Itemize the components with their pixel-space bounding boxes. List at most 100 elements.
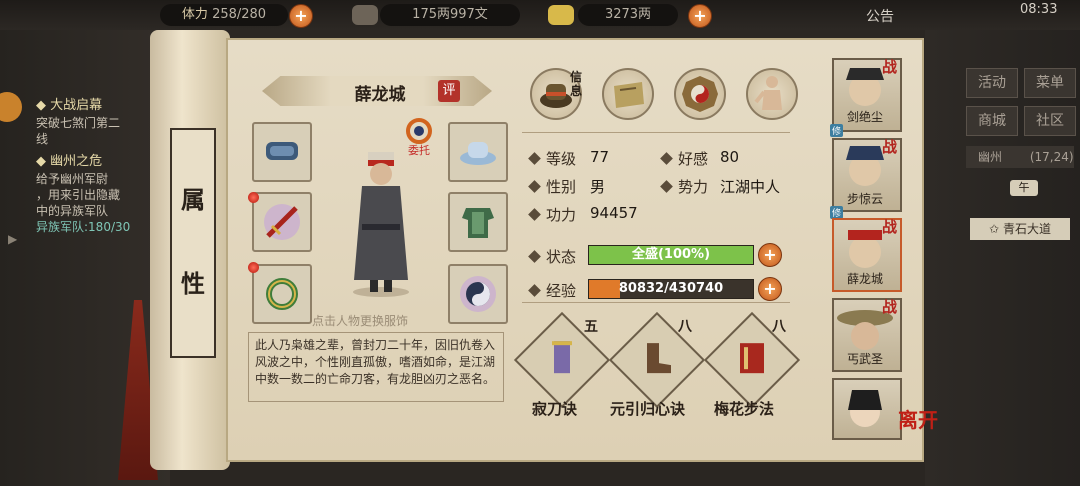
meridian-body-icon [754, 76, 782, 110]
status-bar: 全盛(100%) [588, 245, 754, 265]
add-silver-button[interactable]: + [688, 4, 712, 28]
location-bar: 幽州 (17,24) [966, 146, 1074, 168]
menu-button[interactable]: 菜单 [1024, 68, 1076, 98]
quest-progress: 异族军队:180/30 [36, 220, 131, 234]
party-member-5[interactable] [832, 378, 902, 440]
star-icon: ✩ [989, 222, 1000, 236]
stamina-display: 体力 258/280 [160, 4, 288, 26]
stamina-label: 体力 [181, 7, 208, 22]
faction-value: 江湖中人 [720, 178, 781, 196]
book-skill-icon [740, 343, 764, 374]
status-bar-text: 全盛(100%) [631, 247, 711, 262]
tab-info-label: 信息 [570, 70, 583, 98]
community-button[interactable]: 社区 [1024, 106, 1076, 136]
level-label: 等级 [546, 150, 577, 168]
area-name[interactable]: ✩ 青石大道 [970, 218, 1070, 240]
sword-icon [264, 204, 300, 240]
quest-desc-line: 中的异族军队 [36, 204, 109, 218]
right-menu-panel [925, 30, 1080, 486]
equip-slot-hat[interactable] [448, 122, 508, 182]
party-member-name: 剑绝尘 [846, 110, 883, 124]
shop-button[interactable]: 商城 [966, 106, 1018, 136]
upgrade-alert-dot [248, 192, 259, 203]
exp-bar-text: 80832/430740 [618, 281, 724, 296]
party-member-name: 薛龙城 [846, 272, 883, 286]
character-bio: 此人乃枭雄之辈，曾封刀二十年，因旧仇卷入风波之中，个性刚直孤傲，嗜酒如命，是江湖… [248, 332, 504, 402]
exp-bar: 80832/430740 [588, 279, 754, 299]
battle-tag: 战 [882, 138, 898, 156]
quest-title-1[interactable]: ◆ 大战启幕 [36, 94, 102, 113]
attribute-title-char: 属 [181, 185, 205, 214]
silver-display: 3273两 [578, 4, 678, 26]
boot-skill-icon [647, 343, 671, 374]
quest-title-2[interactable]: ◆ 幽州之危 [36, 150, 102, 169]
faction-label: 势力 [678, 178, 709, 196]
portrait-icon [848, 390, 882, 427]
battle-tag: 战 [882, 218, 898, 236]
power-value: 94457 [590, 204, 638, 222]
copper-display: 175两997文 [380, 4, 520, 26]
skill-level: 八 [772, 319, 786, 335]
tab-bagua[interactable] [674, 68, 726, 120]
leave-button[interactable]: 离开 [898, 404, 938, 433]
upgrade-alert-dot [248, 262, 259, 273]
location-name: 幽州 [978, 150, 1003, 164]
restore-status-button[interactable]: + [758, 243, 782, 267]
bag-icon [614, 82, 644, 108]
equip-slot-talisman[interactable] [448, 264, 508, 324]
train-tag: 修 [830, 124, 844, 137]
equip-slot-bracer[interactable] [252, 122, 312, 182]
time-of-day-badge: 午 [1010, 180, 1038, 196]
quest-title-text: 幽州之危 [50, 154, 103, 169]
equip-slot-ring[interactable] [252, 264, 312, 324]
activity-button[interactable]: 活动 [966, 68, 1018, 98]
stamina-value: 258/280 [212, 7, 267, 22]
character-figure[interactable] [340, 140, 422, 300]
quest-desc-line: 突破七煞门第二 [36, 116, 121, 130]
character-name: 薛龙城 [354, 85, 406, 105]
equip-slot-armor[interactable] [448, 192, 508, 252]
panel-arrow-icon[interactable]: ▶ [8, 232, 17, 246]
clock: 08:33 [1020, 2, 1058, 17]
armor-icon [462, 208, 494, 238]
entrust-label: 委托 [408, 144, 430, 157]
gender-value: 男 [590, 178, 606, 196]
party-member-name: 丐武圣 [846, 352, 883, 366]
copper-coin-icon [352, 5, 378, 25]
attribute-title-char: 性 [181, 269, 205, 298]
divider [522, 132, 790, 133]
bagua-icon [682, 76, 718, 112]
area-text: 青石大道 [1002, 222, 1051, 236]
power-label: 功力 [546, 206, 577, 224]
gender-label: 性别 [546, 178, 577, 196]
top-resource-bar: 体力 258/280 + 175两997文 3273两 + 公告 08:33 [0, 0, 1080, 30]
skill-name: 元引归心诀 [610, 400, 686, 418]
level-value: 77 [590, 148, 610, 166]
favor-label: 好感 [678, 150, 709, 168]
party-member-name: 步惊云 [846, 192, 883, 206]
quest-desc-line: ，用来引出隐藏 [36, 188, 121, 202]
add-stamina-button[interactable]: + [289, 4, 313, 28]
equip-slot-weapon[interactable] [252, 192, 312, 252]
add-exp-button[interactable]: + [758, 277, 782, 301]
quest-title-text: 大战启幕 [50, 98, 103, 113]
location-coords: (17,24) [1029, 150, 1074, 164]
ring-icon [266, 278, 298, 310]
yinyang-fish-icon [460, 276, 496, 312]
favor-value: 80 [720, 148, 740, 166]
change-outfit-hint: 点击人物更换服饰 [312, 314, 409, 328]
rate-button[interactable]: 评 [438, 80, 460, 102]
skill-level: 五 [584, 319, 598, 335]
exp-label: 经验 [546, 282, 577, 300]
attribute-title-panel: 属 性 [170, 128, 216, 358]
silver-ingot-icon [548, 5, 574, 25]
scroll-skill-icon [552, 341, 572, 374]
notice-button[interactable]: 公告 [866, 6, 894, 26]
skill-name: 寂刀诀 [532, 400, 578, 418]
battle-tag: 战 [882, 58, 898, 76]
skill-name: 梅花步法 [714, 400, 775, 418]
tab-meridian[interactable] [746, 68, 798, 120]
divider [522, 302, 790, 303]
tab-items[interactable] [602, 68, 654, 120]
quest-desc-line: 给予幽州军尉 [36, 172, 109, 186]
